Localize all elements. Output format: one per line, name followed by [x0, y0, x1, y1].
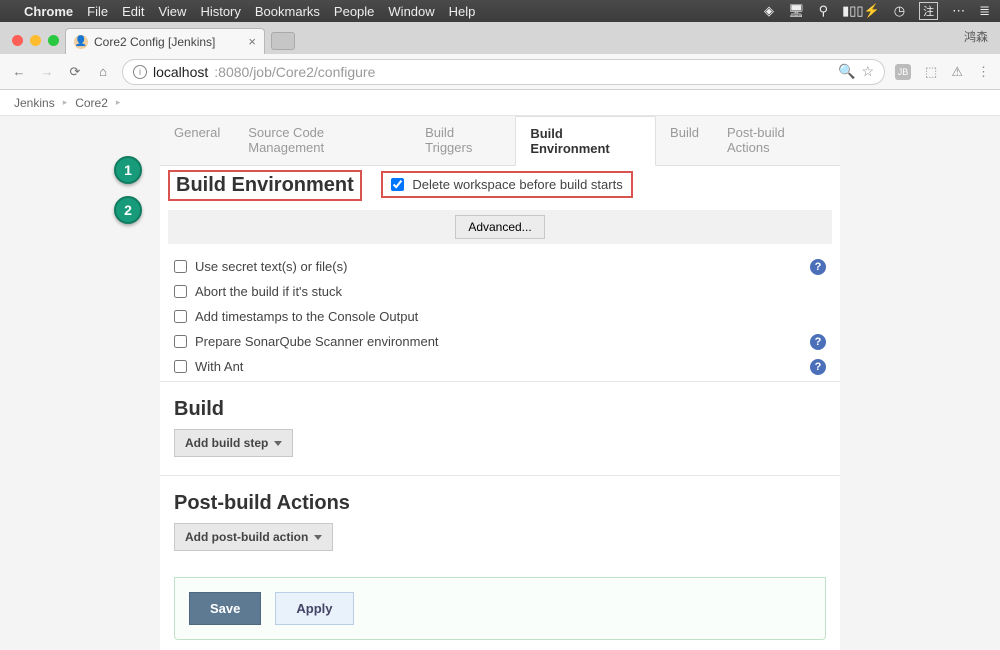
- delete-workspace-row[interactable]: Delete workspace before build starts: [391, 177, 622, 192]
- site-info-icon[interactable]: i: [133, 65, 147, 79]
- zoom-window-button[interactable]: [48, 35, 59, 46]
- add-build-step-button[interactable]: Add build step: [174, 429, 293, 457]
- extension-cube-icon[interactable]: ⬚: [925, 64, 937, 80]
- option-abort-stuck-checkbox[interactable]: [174, 285, 187, 298]
- close-window-button[interactable]: [12, 35, 23, 46]
- breadcrumb-sep-icon: ▸: [116, 97, 121, 108]
- option-abort-stuck[interactable]: Abort the build if it's stuck: [160, 279, 840, 304]
- mac-app-name[interactable]: Chrome: [24, 4, 73, 19]
- back-button[interactable]: ←: [10, 64, 28, 79]
- advanced-button[interactable]: Advanced...: [455, 215, 544, 239]
- caret-down-icon: [274, 441, 282, 446]
- mac-menu-people[interactable]: People: [334, 4, 374, 19]
- highlight-delete-workspace: Delete workspace before build starts: [381, 171, 632, 198]
- breadcrumb-jenkins[interactable]: Jenkins: [14, 96, 55, 110]
- tab-title: Core2 Config [Jenkins]: [94, 35, 215, 49]
- mac-menu-bookmarks[interactable]: Bookmarks: [255, 4, 320, 19]
- option-secret-text-label: Use secret text(s) or file(s): [195, 259, 347, 274]
- extension-jb-icon[interactable]: JB: [895, 64, 911, 80]
- window-controls: [8, 35, 65, 54]
- battery-icon[interactable]: ▮▯▯⚡: [842, 3, 880, 19]
- mac-menu-window[interactable]: Window: [388, 4, 434, 19]
- build-env-heading: Build Environment: [176, 174, 354, 196]
- tab-build[interactable]: Build: [656, 116, 713, 165]
- caret-down-icon: [314, 535, 322, 540]
- add-build-step-label: Add build step: [185, 436, 268, 450]
- more-icon[interactable]: ⋯: [952, 3, 965, 19]
- bookmark-star-icon[interactable]: ☆: [861, 63, 874, 80]
- add-postbuild-action-button[interactable]: Add post-build action: [174, 523, 333, 551]
- option-sonarqube-label: Prepare SonarQube Scanner environment: [195, 334, 439, 349]
- tab-scm[interactable]: Source Code Management: [234, 116, 411, 165]
- forward-button: →: [38, 64, 56, 79]
- jenkins-favicon: 👤: [74, 35, 88, 49]
- apply-button[interactable]: Apply: [275, 592, 353, 625]
- save-button[interactable]: Save: [189, 592, 261, 625]
- extension-warn-icon[interactable]: ⚠: [951, 64, 963, 80]
- home-button[interactable]: ⌂: [94, 64, 112, 79]
- breadcrumb-sep-icon: ▸: [63, 97, 68, 108]
- wifi-icon[interactable]: ⚲: [819, 3, 829, 19]
- reload-button[interactable]: ⟳: [66, 64, 84, 80]
- clock-icon[interactable]: ◷: [894, 3, 905, 19]
- breadcrumb-core2[interactable]: Core2: [75, 96, 108, 110]
- highlight-build-env-heading: Build Environment: [168, 170, 362, 201]
- mac-menu-view[interactable]: View: [158, 4, 186, 19]
- option-timestamps-checkbox[interactable]: [174, 310, 187, 323]
- search-in-omnibox-icon[interactable]: 🔍: [838, 63, 855, 80]
- option-sonarqube[interactable]: Prepare SonarQube Scanner environment ?: [160, 329, 840, 354]
- tab-build-env[interactable]: Build Environment: [515, 116, 656, 166]
- add-postbuild-action-label: Add post-build action: [185, 530, 308, 544]
- option-sonarqube-checkbox[interactable]: [174, 335, 187, 348]
- diamond-icon[interactable]: ◈: [764, 3, 774, 19]
- help-icon[interactable]: ?: [810, 334, 826, 350]
- option-with-ant[interactable]: With Ant ?: [160, 354, 840, 379]
- config-tabs: General Source Code Management Build Tri…: [160, 116, 840, 166]
- annotation-badge-1: 1: [114, 156, 142, 184]
- build-heading: Build: [160, 384, 840, 429]
- option-timestamps[interactable]: Add timestamps to the Console Output: [160, 304, 840, 329]
- list-icon[interactable]: ≣: [979, 3, 990, 19]
- tab-triggers[interactable]: Build Triggers: [411, 116, 515, 165]
- annotation-badge-2: 2: [114, 196, 142, 224]
- mac-menu-history[interactable]: History: [200, 4, 240, 19]
- tab-close-icon[interactable]: ×: [248, 34, 256, 49]
- tab-postbuild[interactable]: Post-build Actions: [713, 116, 840, 165]
- config-panel: 1 2 General Source Code Management Build…: [160, 116, 840, 650]
- url-path: :8080/job/Core2/configure: [214, 64, 375, 80]
- mac-menu-edit[interactable]: Edit: [122, 4, 144, 19]
- chrome-profile-name[interactable]: 鸿森: [964, 28, 988, 45]
- new-tab-button[interactable]: [271, 32, 295, 50]
- mac-menubar: Chrome File Edit View History Bookmarks …: [0, 0, 1000, 22]
- breadcrumb: Jenkins ▸ Core2 ▸: [0, 90, 1000, 116]
- help-icon[interactable]: ?: [810, 359, 826, 375]
- minimize-window-button[interactable]: [30, 35, 41, 46]
- input-source-icon[interactable]: 注: [919, 2, 938, 20]
- option-timestamps-label: Add timestamps to the Console Output: [195, 309, 418, 324]
- help-icon[interactable]: ?: [810, 259, 826, 275]
- delete-workspace-checkbox[interactable]: [391, 178, 404, 191]
- postbuild-heading: Post-build Actions: [160, 478, 840, 523]
- option-with-ant-checkbox[interactable]: [174, 360, 187, 373]
- tab-general[interactable]: General: [160, 116, 234, 165]
- advanced-bar: Advanced...: [168, 210, 832, 244]
- delete-workspace-label: Delete workspace before build starts: [412, 177, 622, 192]
- mac-menu-help[interactable]: Help: [449, 4, 476, 19]
- display-icon[interactable]: 🖥: [788, 3, 805, 19]
- option-secret-text[interactable]: Use secret text(s) or file(s) ?: [160, 254, 840, 279]
- chrome-toolbar: ← → ⟳ ⌂ i localhost :8080/job/Core2/confi…: [0, 54, 1000, 90]
- mac-menu-file[interactable]: File: [87, 4, 108, 19]
- option-abort-stuck-label: Abort the build if it's stuck: [195, 284, 342, 299]
- save-apply-bar: Save Apply: [174, 577, 826, 640]
- browser-tab-core2[interactable]: 👤 Core2 Config [Jenkins] ×: [65, 28, 265, 54]
- chrome-tabstrip: 👤 Core2 Config [Jenkins] × 鸿森: [0, 22, 1000, 54]
- option-with-ant-label: With Ant: [195, 359, 243, 374]
- address-bar[interactable]: i localhost :8080/job/Core2/configure 🔍 ☆: [122, 59, 885, 85]
- option-secret-text-checkbox[interactable]: [174, 260, 187, 273]
- url-host: localhost: [153, 64, 208, 80]
- chrome-menu-icon[interactable]: ⋮: [977, 64, 990, 80]
